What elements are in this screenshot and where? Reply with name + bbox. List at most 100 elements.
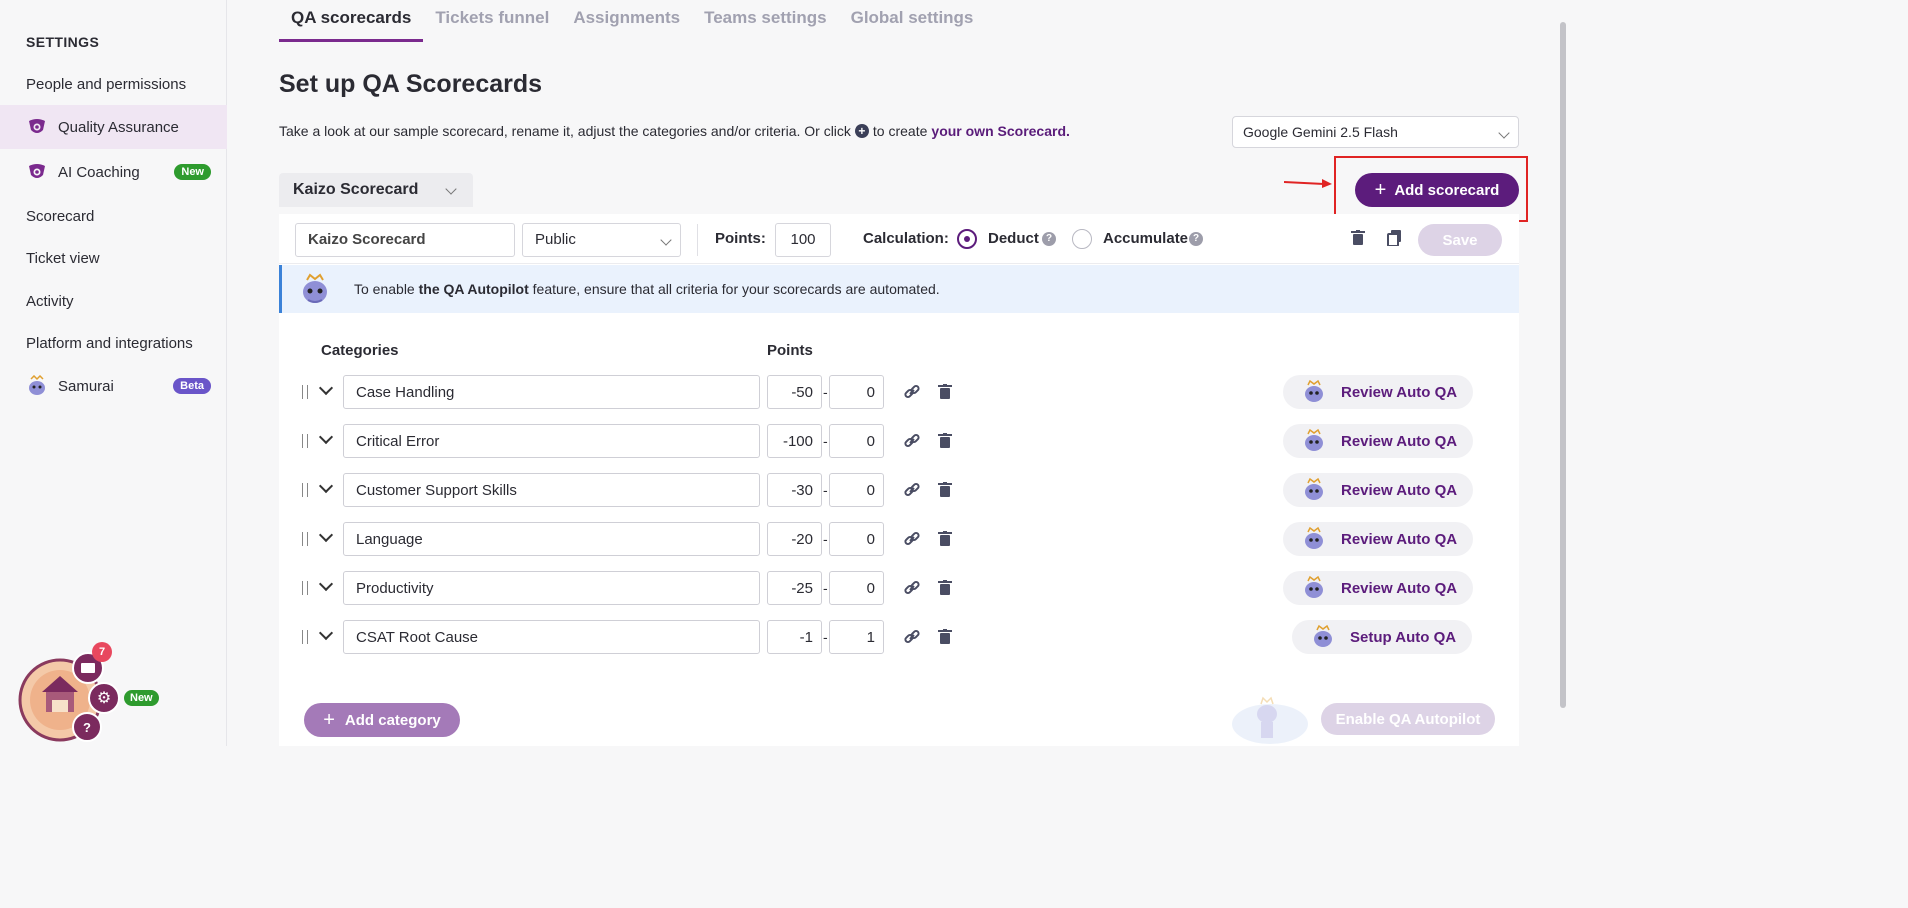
- category-name-input[interactable]: Critical Error: [343, 424, 760, 458]
- tab-tickets-funnel[interactable]: Tickets funnel: [423, 0, 561, 42]
- link-icon[interactable]: [903, 432, 921, 450]
- category-name-input[interactable]: Language: [343, 522, 760, 556]
- chevron-down-icon: [660, 234, 672, 246]
- drag-handle-icon[interactable]: [302, 385, 308, 399]
- range-dash: -: [823, 629, 828, 645]
- link-icon[interactable]: [903, 628, 921, 646]
- min-points-input[interactable]: -30: [767, 473, 822, 507]
- max-points-input[interactable]: 0: [829, 375, 884, 409]
- enable-qa-autopilot-button[interactable]: Enable QA Autopilot: [1321, 703, 1495, 735]
- chevron-down-icon[interactable]: [318, 527, 334, 543]
- chevron-down-icon[interactable]: [318, 576, 334, 592]
- review-auto-qa-button[interactable]: Review Auto QA: [1283, 375, 1474, 409]
- sidebar-item-ticket-view[interactable]: Ticket view: [0, 236, 227, 280]
- review-auto-qa-button[interactable]: Review Auto QA: [1283, 522, 1474, 556]
- qa-brand-icon: [26, 116, 48, 138]
- add-category-button[interactable]: + Add category: [304, 703, 460, 737]
- sidebar-item-quality-assurance[interactable]: Quality Assurance: [0, 105, 227, 149]
- page-title: Set up QA Scorecards: [279, 70, 543, 98]
- help-widget[interactable]: 7 ⚙ New ?: [18, 640, 168, 746]
- copy-icon[interactable]: [1386, 229, 1404, 247]
- category-name-input[interactable]: Customer Support Skills: [343, 473, 760, 507]
- max-points-input[interactable]: 0: [829, 473, 884, 507]
- review-auto-qa-button[interactable]: Review Auto QA: [1283, 473, 1474, 507]
- deduct-radio[interactable]: [957, 229, 977, 249]
- tab-global-settings[interactable]: Global settings: [839, 0, 986, 42]
- chevron-down-icon[interactable]: [318, 380, 334, 396]
- review-auto-qa-button[interactable]: Review Auto QA: [1283, 424, 1474, 458]
- category-name-input[interactable]: Productivity: [343, 571, 760, 605]
- help-icon[interactable]: ?: [1189, 232, 1203, 246]
- link-icon[interactable]: [903, 530, 921, 548]
- tab-teams-settings[interactable]: Teams settings: [692, 0, 839, 42]
- points-input[interactable]: 100: [775, 223, 831, 257]
- category-row: Language -20 - 0 Review Auto QA: [279, 522, 1519, 558]
- tab-qa-scorecards[interactable]: QA scorecards: [279, 0, 424, 42]
- help-button[interactable]: ?: [72, 712, 102, 742]
- min-points-input[interactable]: -50: [767, 375, 822, 409]
- help-icon[interactable]: ?: [1042, 232, 1056, 246]
- tab-assignments[interactable]: Assignments: [561, 0, 692, 42]
- sidebar-item-people-permissions[interactable]: People and permissions: [0, 62, 227, 106]
- max-points-input[interactable]: 1: [829, 620, 884, 654]
- ai-model-select[interactable]: Google Gemini 2.5 Flash: [1232, 116, 1519, 148]
- own-scorecard-link[interactable]: your own Scorecard.: [931, 123, 1069, 139]
- min-points-input[interactable]: -1: [767, 620, 822, 654]
- min-points-input[interactable]: -20: [767, 522, 822, 556]
- samurai-bot-icon: [1305, 477, 1323, 500]
- chevron-down-icon[interactable]: [318, 625, 334, 641]
- scorecard-toolbar: Kaizo Scorecard Public Points: 100 Calcu…: [279, 214, 1519, 264]
- trash-icon[interactable]: [936, 481, 954, 499]
- autopilot-info-banner: To enable the QA Autopilot feature, ensu…: [279, 265, 1519, 313]
- chevron-down-icon[interactable]: [318, 429, 334, 445]
- sidebar-item-ai-coaching[interactable]: AI Coaching New: [0, 150, 227, 194]
- drag-handle-icon[interactable]: [302, 483, 308, 497]
- max-points-input[interactable]: 0: [829, 522, 884, 556]
- link-icon[interactable]: [903, 481, 921, 499]
- trash-icon[interactable]: [936, 530, 954, 548]
- auto-qa-label: Review Auto QA: [1341, 432, 1458, 450]
- drag-handle-icon[interactable]: [302, 532, 308, 546]
- drag-handle-icon[interactable]: [302, 630, 308, 644]
- save-button[interactable]: Save: [1418, 224, 1502, 256]
- sidebar-item-samurai[interactable]: Samurai Beta: [0, 364, 227, 408]
- sidebar-heading: SETTINGS: [26, 34, 100, 50]
- sidebar-item-scorecard[interactable]: Scorecard: [0, 194, 227, 238]
- chevron-down-icon[interactable]: [318, 478, 334, 494]
- page-subtitle: Take a look at our sample scorecard, ren…: [279, 123, 1070, 139]
- category-name-input[interactable]: CSAT Root Cause: [343, 620, 760, 654]
- max-points-input[interactable]: 0: [829, 571, 884, 605]
- trash-icon[interactable]: [936, 628, 954, 646]
- add-scorecard-label: Add scorecard: [1394, 181, 1500, 199]
- sidebar-item-activity[interactable]: Activity: [0, 279, 227, 323]
- review-auto-qa-button[interactable]: Review Auto QA: [1283, 571, 1474, 605]
- page-scrollbar[interactable]: [1558, 0, 1568, 746]
- min-points-input[interactable]: -100: [767, 424, 822, 458]
- add-scorecard-button[interactable]: + Add scorecard: [1355, 173, 1519, 207]
- trash-icon[interactable]: [936, 432, 954, 450]
- link-icon[interactable]: [903, 579, 921, 597]
- scorecard-selector-value: Kaizo Scorecard: [293, 181, 419, 198]
- drag-handle-icon[interactable]: [302, 434, 308, 448]
- setup-auto-qa-button[interactable]: Setup Auto QA: [1292, 620, 1473, 654]
- link-icon[interactable]: [903, 383, 921, 401]
- scorecard-selector[interactable]: Kaizo Scorecard: [279, 173, 473, 207]
- visibility-select[interactable]: Public: [522, 223, 681, 257]
- trash-icon[interactable]: [936, 579, 954, 597]
- min-points-input[interactable]: -25: [767, 571, 822, 605]
- scrollbar-thumb[interactable]: [1560, 22, 1566, 708]
- sidebar-item-platform-integrations[interactable]: Platform and integrations: [0, 321, 227, 365]
- accumulate-radio[interactable]: [1072, 229, 1092, 249]
- main-content: QA scorecards Tickets funnel Assignments…: [228, 0, 1568, 746]
- category-row: Critical Error -100 - 0 Review Auto QA: [279, 424, 1519, 460]
- samurai-bot-icon: [1305, 526, 1323, 549]
- scorecard-name-input[interactable]: Kaizo Scorecard: [295, 223, 515, 257]
- trash-icon[interactable]: [1349, 229, 1367, 247]
- category-name-input[interactable]: Case Handling: [343, 375, 760, 409]
- drag-handle-icon[interactable]: [302, 581, 308, 595]
- settings-button[interactable]: ⚙: [88, 682, 120, 714]
- sidebar-item-label: Ticket view: [26, 249, 100, 267]
- category-row: Productivity -25 - 0 Review Auto QA: [279, 571, 1519, 607]
- trash-icon[interactable]: [936, 383, 954, 401]
- max-points-input[interactable]: 0: [829, 424, 884, 458]
